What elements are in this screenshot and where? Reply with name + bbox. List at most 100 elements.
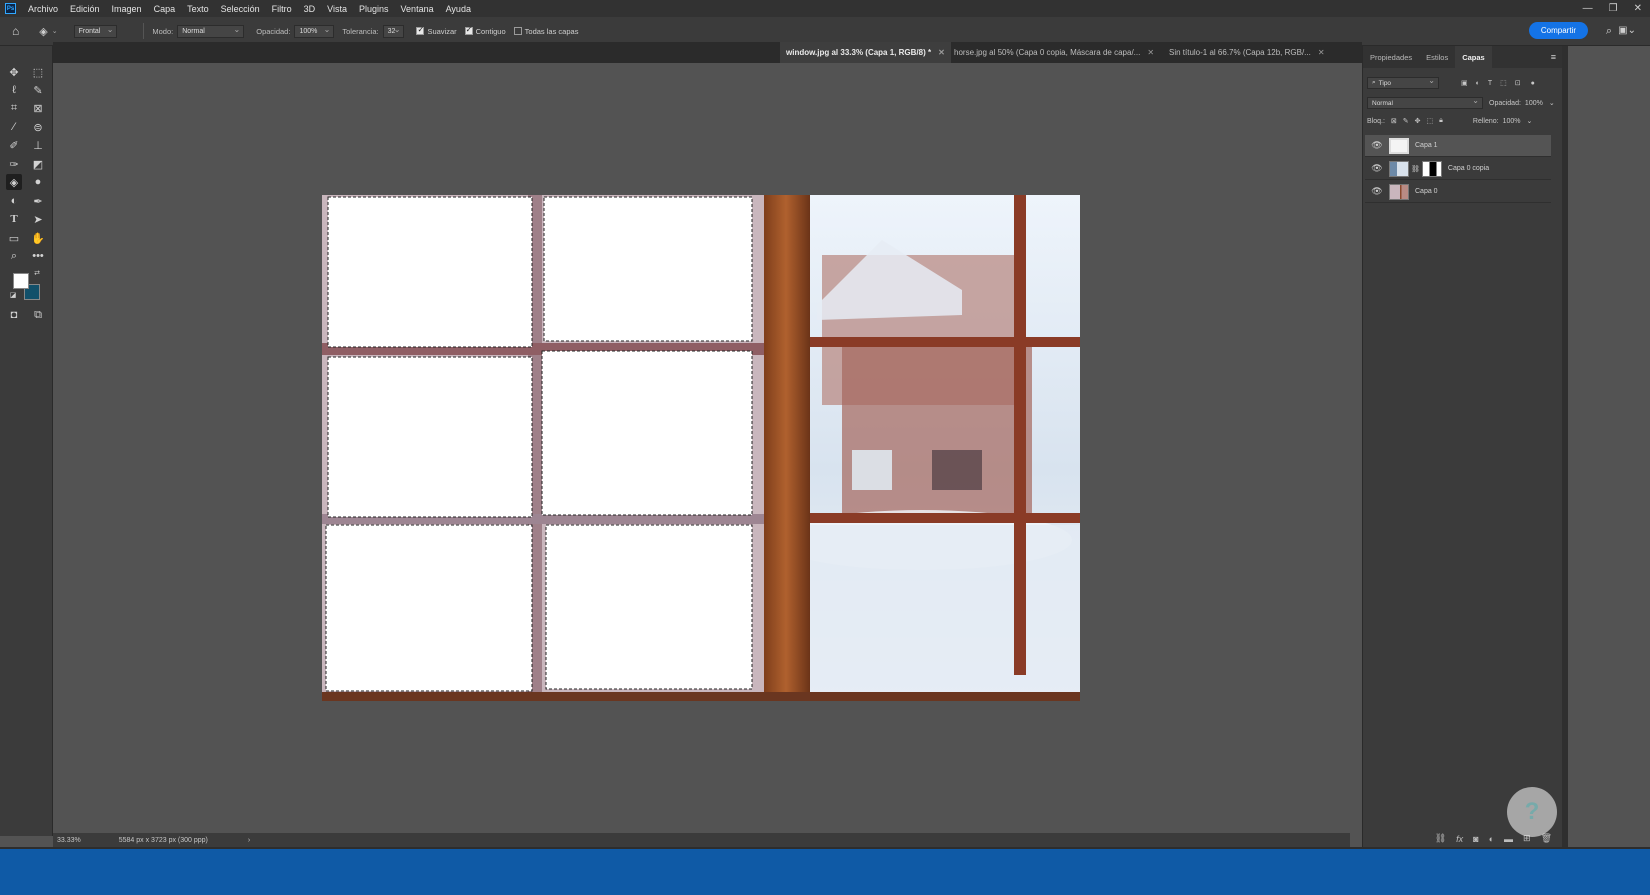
brush-tool-icon[interactable]: ✐ [6,137,22,153]
lock-all-icon[interactable]: 🔒︎ [1439,117,1443,125]
swap-colors-icon[interactable]: ⇄ [32,268,42,278]
menu-archivo[interactable]: Archivo [22,4,64,14]
crop-tool-icon[interactable]: ⌗ [6,100,22,116]
menu-filtro[interactable]: Filtro [266,4,298,14]
opacity-value[interactable]: 100% [1525,100,1543,107]
layer-name[interactable]: Capa 0 [1415,188,1438,195]
tab-sin-titulo[interactable]: Sin título-1 al 66.7% (Capa 12b, RGB/...… [1163,42,1331,63]
all-layers-checkbox[interactable] [513,27,522,35]
lasso-tool-icon[interactable]: ℓ [6,82,22,98]
lock-artboard-icon[interactable]: ⬚ [1427,117,1434,125]
restore-icon[interactable]: ❐ [1609,3,1618,14]
share-button[interactable]: Compartir [1528,22,1588,39]
hand-tool-icon[interactable]: ✋ [30,230,46,246]
close-tab-icon[interactable]: ✕ [1147,48,1154,57]
contiguous-checkbox[interactable] [464,25,473,35]
document-canvas[interactable] [322,195,1080,701]
tab-horse-jpg[interactable]: horse.jpg al 50% (Capa 0 copia, Máscara … [948,42,1160,63]
tab-window-jpg[interactable]: window.jpg al 33.3% (Capa 1, RGB/8) * ✕ [780,42,951,63]
filter-shape-icon[interactable]: ⬚ [1500,79,1507,87]
frame-tool-icon[interactable]: ⊠ [30,100,46,116]
blur-tool-icon[interactable]: ● [30,174,46,190]
search-icon[interactable]: ⌕ [1606,25,1612,38]
opacity-input[interactable]: 100% [294,24,335,38]
filter-adjustment-icon[interactable]: ◐ [1476,80,1480,87]
menu-ventana[interactable]: Ventana [395,4,440,14]
lock-brush-icon[interactable]: ✎ [1403,117,1409,125]
menu-seleccion[interactable]: Selección [215,4,266,14]
menu-imagen[interactable]: Imagen [106,4,148,14]
more-tools-icon[interactable]: ••• [30,248,46,264]
filter-type-icon[interactable]: T [1488,80,1492,87]
close-tab-icon[interactable]: ✕ [938,48,945,57]
layer-mask-thumbnail[interactable] [1421,160,1442,177]
status-arrow-icon[interactable]: › [248,837,250,844]
paint-bucket-tool-icon[interactable]: ◈ [39,25,47,38]
default-colors-icon[interactable]: ◪ [8,290,18,300]
new-group-icon[interactable]: ▬ [1504,834,1513,844]
move-tool-icon[interactable]: ✥ [6,64,22,80]
visibility-eye-icon[interactable]: 👁︎ [1370,186,1384,197]
home-icon[interactable]: ⌂ [12,24,19,38]
zoom-tool-icon[interactable]: ⌕ [6,248,22,264]
screen-mode-icon[interactable]: ⧉ [30,307,46,323]
layer-row[interactable]: 👁︎ ⛓ Capa 0 copia [1365,158,1551,180]
panel-menu-icon[interactable]: ≡ [1551,52,1556,62]
paint-bucket-tool-icon[interactable]: ◈ [6,174,22,190]
rectangle-tool-icon[interactable]: ▭ [6,230,22,246]
history-brush-tool-icon[interactable]: ✑ [6,156,22,172]
path-selection-tool-icon[interactable]: ➤ [30,211,46,227]
zoom-level[interactable]: 33.33% [57,837,81,844]
filter-pixel-icon[interactable]: ▣ [1461,79,1468,87]
quick-mask-icon[interactable]: ◘ [6,307,22,323]
tab-propiedades[interactable]: Propiedades [1363,46,1419,68]
dodge-tool-icon[interactable]: ◐ [6,193,22,209]
layer-name[interactable]: Capa 0 copia [1448,165,1489,172]
eraser-tool-icon[interactable]: ◩ [30,156,46,172]
lock-transparent-icon[interactable]: ⊠ [1391,117,1397,125]
foreground-color-swatch[interactable] [13,273,29,289]
panel-scrollbar[interactable] [1562,46,1568,847]
quick-selection-tool-icon[interactable]: ✎ [30,82,46,98]
spot-healing-tool-icon[interactable]: ⊜ [30,119,46,135]
blend-mode-dropdown[interactable]: Normal [1367,96,1483,109]
menu-plugins[interactable]: Plugins [353,4,395,14]
layer-row[interactable]: 👁︎ Capa 1 [1365,135,1551,157]
smooth-checkbox[interactable] [416,25,425,35]
eyedropper-tool-icon[interactable]: ⁄ [6,119,22,135]
marquee-tool-icon[interactable]: ⬚ [30,64,46,80]
workspace-icon[interactable]: ▣⌄ [1618,25,1636,36]
menu-edicion[interactable]: Edición [64,4,106,14]
pen-tool-icon[interactable]: ✒ [30,193,46,209]
menu-capa[interactable]: Capa [148,4,182,14]
layer-row[interactable]: 👁︎ Capa 0 [1365,181,1551,203]
clone-stamp-tool-icon[interactable]: ⊥ [30,137,46,153]
chevron-down-icon[interactable]: ⌄ [1526,117,1532,125]
layer-name[interactable]: Capa 1 [1415,142,1438,149]
close-icon[interactable]: ✕ [1634,3,1642,14]
tab-capas[interactable]: Capas [1455,46,1492,68]
fx-icon[interactable]: fx [1456,834,1463,844]
tool-preset-chevron-icon[interactable]: ⌄ [52,27,58,35]
visibility-eye-icon[interactable]: 👁︎ [1370,163,1384,174]
close-tab-icon[interactable]: ✕ [1318,48,1325,57]
tolerance-input[interactable]: 32 [382,24,405,38]
minimize-icon[interactable]: — [1583,3,1593,14]
fill-source-dropdown[interactable]: Frontal [73,24,118,38]
type-tool-icon[interactable]: T [6,211,22,227]
fill-value[interactable]: 100% [1503,118,1521,125]
menu-vista[interactable]: Vista [321,4,353,14]
tab-estilos[interactable]: Estilos [1419,46,1455,68]
adjustment-layer-icon[interactable]: ◐ [1489,834,1494,844]
filter-smart-object-icon[interactable]: ⊡ [1515,79,1521,87]
lock-position-icon[interactable]: ✥ [1415,117,1421,125]
menu-texto[interactable]: Texto [181,4,215,14]
mode-dropdown[interactable]: Normal [177,24,245,38]
link-layers-icon[interactable]: ⛓ [1435,833,1446,844]
chevron-down-icon[interactable]: ⌄ [1549,99,1555,107]
add-mask-icon[interactable]: ◙ [1473,834,1478,844]
menu-3d[interactable]: 3D [298,4,322,14]
layer-filter-dropdown[interactable]: ⌕ Tipo [1367,76,1439,89]
filter-toggle-icon[interactable]: ● [1531,80,1535,87]
menu-ayuda[interactable]: Ayuda [440,4,477,14]
